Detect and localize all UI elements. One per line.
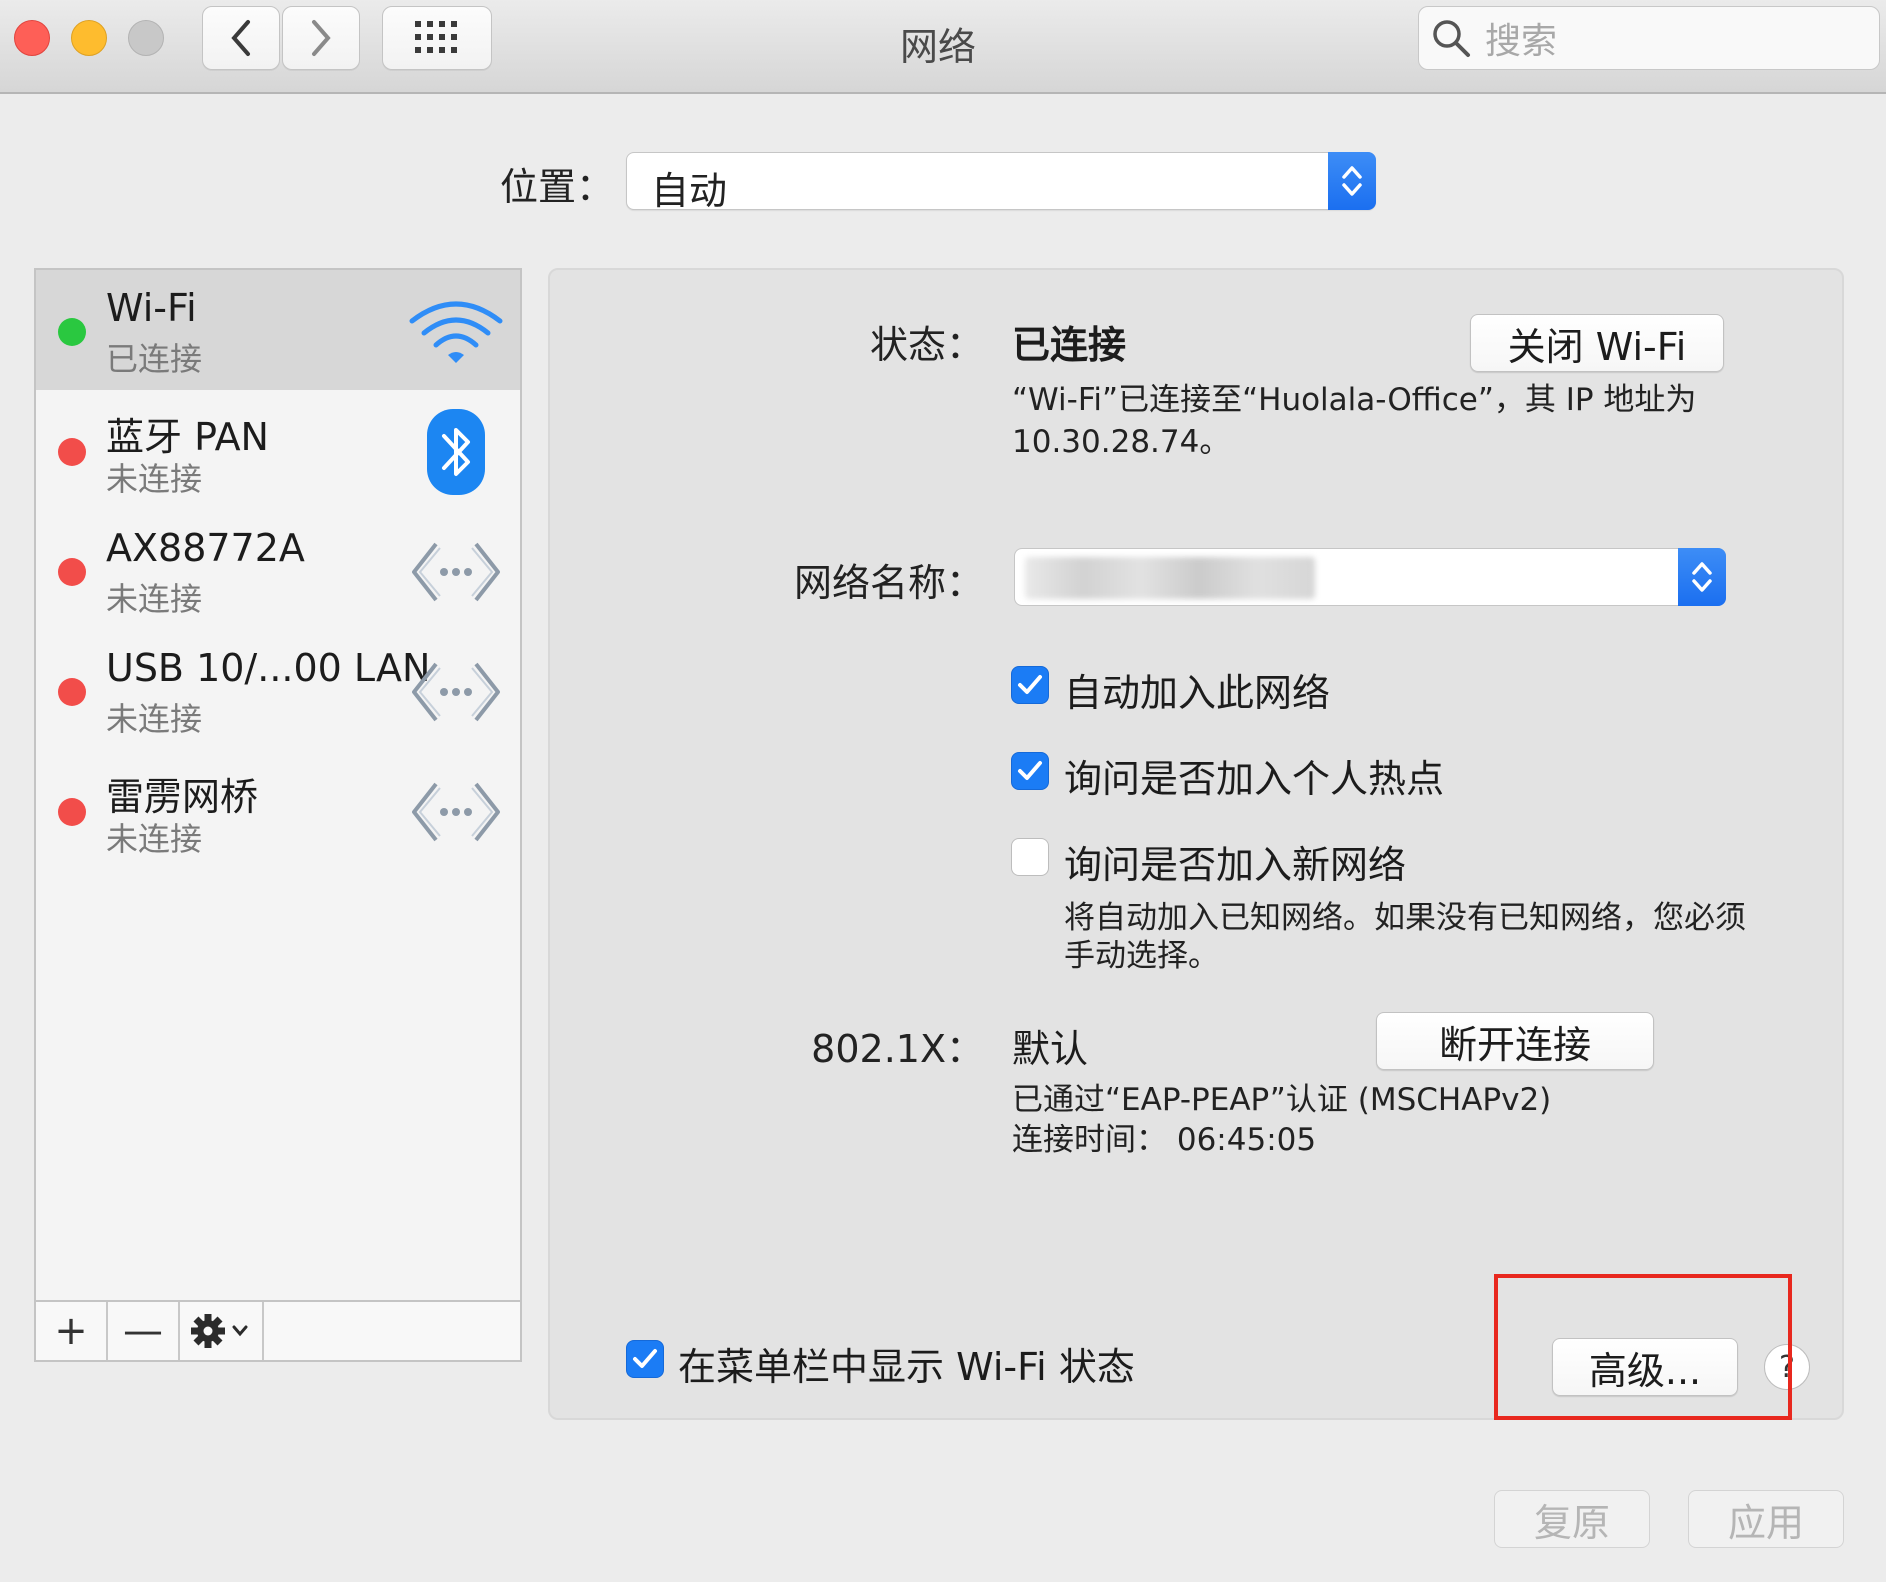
service-status: 未连接 [106,460,203,498]
up-down-chevron-icon [1692,562,1712,592]
checkmark-icon [1018,675,1042,694]
close-window-button[interactable] [14,20,50,56]
checkmark-icon [633,1349,657,1368]
ask-new-networks-checkbox[interactable] [1011,838,1049,876]
auth-description: 已通过“EAP-PEAP”认证 (MSCHAPv2) [1012,1082,1552,1118]
service-name: 雷雳网桥 [106,775,259,819]
status-label: 状态： [869,323,984,367]
location-stepper[interactable] [1328,152,1376,210]
ethernet-icon [408,770,504,854]
status-dot [58,798,86,826]
ask-new-networks-hint-line2: 手动选择。 [1064,938,1219,974]
minimize-window-button[interactable] [71,20,107,56]
service-name: USB 10/...00 LAN [106,646,431,690]
dot1x-label: 802.1X： [811,1027,984,1071]
bluetooth-icon [408,409,504,495]
gear-icon [191,1314,248,1348]
service-status: 未连接 [106,700,203,738]
auto-join-checkbox[interactable] [1011,666,1049,704]
location-value: 自动 [651,169,728,213]
apply-button[interactable]: 应用 [1688,1490,1844,1548]
network-stepper[interactable] [1678,548,1726,606]
highlight-annotation [1494,1274,1792,1420]
network-name-select[interactable] [1014,548,1726,606]
grid-icon [415,21,457,53]
ethernet-icon [408,530,504,614]
search-placeholder: 搜索 [1485,21,1558,62]
disconnect-button[interactable]: 断开连接 [1376,1012,1654,1070]
wifi-icon [408,290,504,374]
status-dot [58,558,86,586]
ethernet-icon [408,650,504,734]
service-name: AX88772A [106,526,305,570]
ask-new-networks-label[interactable]: 询问是否加入新网络 [1064,834,1406,889]
search-icon [1433,20,1470,57]
service-item-usb-lan[interactable]: USB 10/...00 LAN 未连接 [36,630,520,750]
service-item-thunderbolt-bridge[interactable]: 雷雳网桥 未连接 [36,750,520,870]
search-input[interactable]: 搜索 [1418,6,1880,70]
location-label: 位置： [500,165,615,209]
ask-hotspot-label[interactable]: 询问是否加入个人热点 [1064,748,1444,803]
service-status: 未连接 [106,580,203,618]
checkmark-icon [1018,761,1042,780]
service-name: 蓝牙 PAN [106,415,269,459]
service-list: Wi-Fi 已连接 蓝牙 PAN 未连接 AX88772A 未连接 USB 10… [34,268,522,1362]
back-button[interactable] [202,6,280,70]
show-in-menubar-checkbox[interactable] [626,1340,664,1378]
status-description-line2: 10.30.28.74。 [1012,424,1231,460]
status-value: 已连接 [1012,323,1127,367]
ask-hotspot-checkbox[interactable] [1011,752,1049,790]
up-down-chevron-icon [1342,166,1362,196]
title-bar: 网络 搜索 [0,0,1886,94]
show-all-button[interactable] [382,6,492,70]
service-item-bluetooth-pan[interactable]: 蓝牙 PAN 未连接 [36,390,520,510]
turn-off-wifi-button[interactable]: 关闭 Wi-Fi [1470,314,1724,372]
zoom-window-button[interactable] [128,20,164,56]
show-in-menubar-label[interactable]: 在菜单栏中显示 Wi-Fi 状态 [678,1336,1135,1391]
ask-new-networks-hint-line1: 将自动加入已知网络。如果没有已知网络，您必须 [1064,900,1746,936]
revert-button[interactable]: 复原 [1494,1490,1650,1548]
redacted-network-name [1025,557,1315,599]
status-description-line1: “Wi-Fi”已连接至“Huolala-Office”，其 IP 地址为 [1012,382,1697,418]
chevron-right-icon [312,20,331,56]
add-service-button[interactable]: + [36,1302,108,1360]
dot1x-value: 默认 [1012,1027,1089,1071]
status-dot [58,318,86,346]
service-list-toolbar: + — [36,1300,520,1360]
connection-time: 连接时间： 06:45:05 [1012,1122,1317,1158]
status-dot [58,438,86,466]
window-title: 网络 [899,25,976,69]
action-menu-button[interactable] [180,1302,264,1360]
service-status: 未连接 [106,820,203,858]
service-item-ax88772a[interactable]: AX88772A 未连接 [36,510,520,630]
network-name-label: 网络名称： [793,561,984,605]
remove-service-button[interactable]: — [108,1302,180,1360]
location-select[interactable]: 自动 [626,152,1376,213]
status-dot [58,678,86,706]
forward-button[interactable] [282,6,360,70]
auto-join-label[interactable]: 自动加入此网络 [1064,662,1330,717]
service-name: Wi-Fi [106,286,197,330]
service-item-wifi[interactable]: Wi-Fi 已连接 [36,270,520,390]
chevron-left-icon [231,20,250,56]
service-status: 已连接 [106,340,203,378]
